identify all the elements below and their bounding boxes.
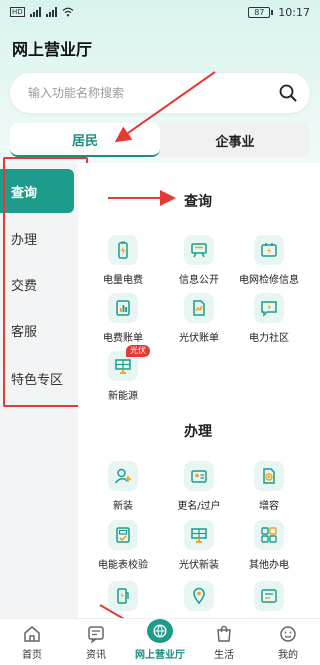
status-right: 87 10:17 [248,6,310,19]
charging-pile-icon [108,581,138,611]
hd-tag: HD [10,7,25,17]
solar-panel-icon [184,520,214,550]
service-capacity-increase[interactable]: 增容 [234,461,304,512]
tab-online-hall[interactable]: 网上营业厅 [128,619,192,665]
bottom-tab-bar: 首页 资讯 网上营业厅 生活 我的 [0,618,320,665]
location-pin-icon [184,581,214,611]
grid-label: 电力社区 [249,333,289,344]
service-new-install[interactable]: 新装 [88,461,158,512]
service-partial-1[interactable] [88,581,158,611]
battery-indicator: 87 [248,6,274,18]
service-meter-calibration[interactable]: 电能表校验 [88,520,158,571]
signal-icon [29,7,41,17]
service-power-community[interactable]: 电力社区 [234,293,304,344]
status-bar: HD 87 10:17 [0,0,320,24]
sidebar-item-query[interactable]: 查询 [0,169,74,213]
service-partial-3[interactable] [234,581,304,611]
grid-label: 光伏账单 [179,333,219,344]
sidebar-item-service[interactable]: 客服 [0,308,74,352]
service-electricity-fee[interactable]: 电量电费 [88,235,158,286]
home-icon [24,626,40,642]
grid-label: 信息公开 [179,275,219,286]
search-icon[interactable] [278,83,298,103]
service-pv-bill[interactable]: 光伏账单 [164,293,234,344]
service-new-energy[interactable]: 光伏 新能源 [88,345,158,402]
grid-label: 更名/过户 [177,501,221,512]
service-partial-2[interactable] [164,581,234,611]
service-pv-new-install[interactable]: 光伏新装 [164,520,234,571]
tab-life[interactable]: 生活 [192,619,256,665]
sidebar-item-featured[interactable]: 特色专区 [0,356,74,400]
page-title: 网上营业厅 [12,40,93,59]
grid-label: 新装 [113,501,133,512]
news-icon [88,626,104,644]
status-left: HD [10,7,74,17]
grid-label: 电能表校验 [98,560,148,571]
user-add-icon [108,461,138,491]
customer-type-tabs: 居民 企事业 [10,123,310,157]
battery-level: 87 [248,6,271,18]
invoice-icon [254,581,284,611]
tab-news[interactable]: 资讯 [64,619,128,665]
grid-label: 增容 [259,501,279,512]
grid-label: 电费账单 [103,333,143,344]
tab-mine[interactable]: 我的 [256,619,320,665]
solar-bill-icon [184,293,214,323]
grid-apps-icon [254,520,284,550]
grid-label: 电量电费 [103,275,143,286]
service-grid-maintenance[interactable]: 电网检修信息 [234,235,304,286]
section-title-handle: 办理 [184,424,212,440]
billboard-icon [184,235,214,265]
category-sidebar: 查询 办理 交费 客服 特色专区 [0,163,78,623]
add-document-icon [254,461,284,491]
grid-label: 新能源 [108,391,138,402]
grid-label: 其他办电 [249,560,289,571]
search-bar[interactable] [10,73,310,113]
tab-label: 我的 [278,650,298,661]
tab-resident[interactable]: 居民 [10,123,160,157]
wifi-icon [62,7,74,17]
battery-icon [108,235,138,265]
tab-label: 生活 [214,650,234,661]
sidebar-item-handle[interactable]: 办理 [0,216,74,260]
smile-face-icon [280,626,296,642]
search-input[interactable] [28,86,278,100]
sidebar-item-payment[interactable]: 交费 [0,262,74,306]
section-title-query: 查询 [184,194,212,210]
service-info-disclosure[interactable]: 信息公开 [164,235,234,286]
tab-enterprise[interactable]: 企事业 [160,123,310,157]
service-electricity-bill[interactable]: 电费账单 [88,293,158,344]
tab-label: 首页 [22,650,42,661]
clock: 10:17 [278,5,310,19]
pv-badge: 光伏 [126,345,150,357]
service-content: 查询 电量电费 信息公开 电网检修信息 电费账单 光伏账单 电力社区 光伏 新能… [78,163,320,623]
shopping-bag-icon [217,625,231,642]
service-rename-transfer[interactable]: 更名/过户 [164,461,234,512]
tab-label: 资讯 [86,650,106,661]
grid-label: 电网检修信息 [239,275,299,286]
solar-panel-icon: 光伏 [108,345,150,381]
meter-icon [108,520,138,550]
chat-bolt-icon [254,293,284,323]
id-card-icon [184,461,214,491]
globe-icon [147,619,173,643]
grid-label: 光伏新装 [179,560,219,571]
tab-label: 网上营业厅 [135,650,185,661]
bar-chart-icon [108,293,138,323]
battery-tip [271,9,274,15]
service-other-electricity[interactable]: 其他办电 [234,520,304,571]
signal-icon-2 [45,7,57,17]
tab-home[interactable]: 首页 [0,619,64,665]
repair-icon [254,235,284,265]
